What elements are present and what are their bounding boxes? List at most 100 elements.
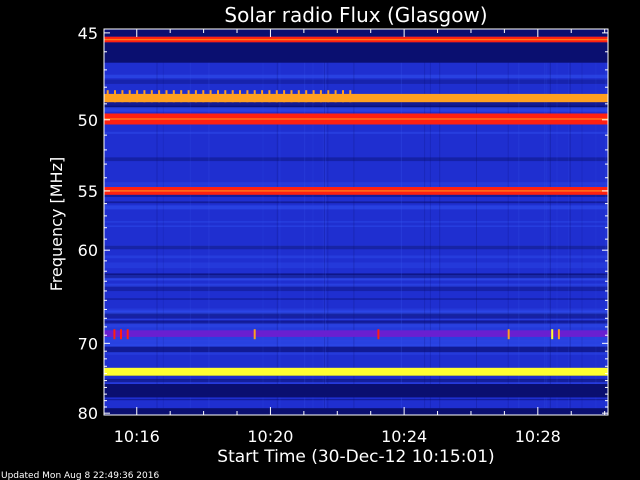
noise-stripe [104, 378, 608, 383]
noise-column [262, 29, 264, 415]
burst-tick [342, 90, 344, 103]
burst-tick [334, 90, 337, 103]
x-tick-label: 10:16 [114, 427, 160, 446]
x-tick-label: 10:28 [515, 427, 561, 446]
y-tick-label: 45 [78, 24, 98, 43]
burst-tick [106, 90, 109, 103]
burst-mark [557, 329, 560, 340]
noise-stripe [104, 283, 608, 287]
burst-tick [305, 90, 308, 103]
noise-column [322, 29, 324, 415]
noise-column [595, 29, 597, 415]
burst-tick [187, 90, 190, 103]
burst-tick [209, 90, 212, 103]
burst-tick [128, 90, 131, 103]
emission-band-core [104, 118, 608, 120]
noise-column [549, 29, 551, 415]
x-tick-label: 10:24 [381, 427, 427, 446]
noise-column [162, 29, 164, 415]
noise-stripe [104, 131, 608, 134]
noise-column [189, 29, 191, 415]
noise-stripe [104, 201, 608, 204]
noise-stripe [104, 273, 608, 279]
noise-column [518, 29, 520, 415]
burst-tick [261, 90, 264, 103]
emission-band [104, 384, 608, 398]
noise-stripe [104, 308, 608, 314]
noise-stripe [104, 205, 608, 210]
burst-tick [165, 90, 168, 103]
burst-tick [158, 90, 161, 103]
noise-stripe [104, 399, 608, 401]
emission-band-core [104, 190, 608, 192]
burst-tick [114, 90, 116, 103]
noise-stripe [104, 298, 608, 300]
noise-stripe [104, 74, 608, 79]
noise-column [556, 29, 558, 415]
noise-column [353, 29, 355, 415]
noise-stripe [104, 107, 608, 112]
noise-column [312, 29, 314, 415]
burst-tick [143, 90, 146, 103]
noise-stripe [104, 245, 608, 250]
burst-tick [319, 90, 322, 103]
noise-column [327, 29, 329, 415]
noise-column [279, 29, 281, 415]
y-tick-label: 55 [78, 182, 98, 201]
burst-mark [507, 329, 510, 340]
noise-stripe [104, 221, 608, 223]
burst-tick [202, 90, 205, 103]
noise-column [276, 29, 278, 415]
burst-tick [327, 90, 330, 103]
burst-mark [253, 329, 256, 340]
noise-stripe [104, 278, 608, 280]
emission-band [104, 42, 608, 63]
emission-band-core [104, 97, 608, 99]
spectrogram-page: 45 50 55 60 70 80 10:16 10:20 10:24 10:28 Solar … [0, 0, 640, 480]
burst-tick [239, 90, 241, 103]
noise-column [208, 29, 210, 415]
y-axis-label: Frequency [MHz] [47, 157, 66, 291]
burst-tick [194, 90, 197, 103]
x-axis-label: Start Time (30-Dec-12 10:15:01) [217, 447, 494, 467]
burst-tick [121, 90, 124, 103]
noise-stripe [104, 225, 608, 227]
y-tick-label: 70 [78, 334, 98, 353]
emission-band [104, 367, 608, 376]
noise-stripe [104, 315, 608, 319]
burst-tick [246, 90, 249, 103]
burst-mark [120, 329, 122, 340]
noise-column [476, 29, 477, 415]
noise-column [507, 29, 509, 415]
y-tick-label: 50 [78, 111, 98, 130]
burst-tick [224, 90, 227, 103]
noise-column [400, 29, 402, 415]
noise-stripe [104, 318, 608, 320]
noise-column [581, 29, 583, 415]
y-tick-label: 80 [78, 404, 98, 423]
noise-stripe [104, 262, 608, 269]
burst-tick [275, 90, 278, 103]
noise-column [156, 29, 158, 415]
noise-column [304, 29, 306, 415]
burst-tick [180, 90, 183, 103]
noise-column [546, 29, 548, 415]
burst-mark [551, 329, 554, 340]
noise-column [424, 29, 426, 415]
noise-stripe [104, 79, 608, 84]
emission-band-core [104, 38, 608, 41]
y-tick-label: 60 [78, 241, 98, 260]
noise-stripe [104, 157, 608, 162]
burst-tick [150, 90, 153, 103]
noise-column [568, 29, 570, 415]
burst-tick [268, 90, 271, 103]
burst-mark [126, 329, 129, 340]
burst-tick [290, 90, 293, 103]
noise-stripe [104, 255, 608, 259]
burst-mark [377, 329, 380, 340]
burst-tick [349, 90, 352, 103]
noise-column [569, 29, 571, 415]
updated-timestamp: Updated Mon Aug 8 22:49:36 2016 [1, 471, 159, 480]
burst-tick [253, 90, 256, 103]
noise-column [544, 29, 546, 415]
